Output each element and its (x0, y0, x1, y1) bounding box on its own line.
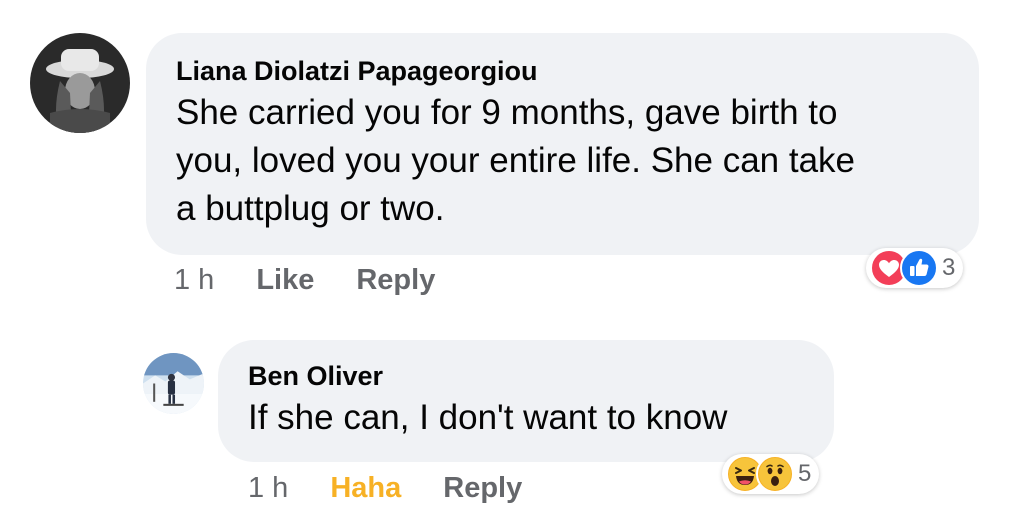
comment-text-line: If she can, I don't want to know (248, 398, 728, 437)
comment-bubble: Liana Diolatzi Papageorgiou She carried … (146, 33, 979, 255)
comment-actions: 1 h Haha Reply (248, 471, 564, 505)
comment-text: She carried you for 9 months, gave birth… (176, 89, 949, 233)
reply-button[interactable]: Reply (443, 471, 522, 505)
comment-text-line: you, loved you your entire life. She can… (176, 141, 856, 180)
comment-author[interactable]: Liana Diolatzi Papageorgiou (176, 55, 949, 87)
reaction-count: 3 (942, 254, 956, 281)
reaction-button-haha[interactable]: Haha (330, 471, 401, 505)
comment-author[interactable]: Ben Oliver (248, 360, 804, 392)
reply-button[interactable]: Reply (356, 263, 435, 297)
comment-timestamp[interactable]: 1 h (248, 471, 288, 505)
comment-actions: 1 h Like Reply (174, 263, 477, 297)
avatar[interactable] (143, 353, 204, 414)
like-button[interactable]: Like (256, 263, 314, 297)
comment-bubble: Ben Oliver If she can, I don't want to k… (218, 340, 834, 462)
comment-text-line: She carried you for 9 months, gave birth… (176, 93, 838, 132)
reaction-summary[interactable]: 3 (866, 248, 964, 288)
avatar[interactable] (30, 33, 130, 133)
avatar-photo-liana (30, 33, 130, 133)
avatar-photo-ben (143, 353, 204, 414)
reaction-summary[interactable]: 5 (722, 454, 820, 494)
comment-timestamp[interactable]: 1 h (174, 263, 214, 297)
reaction-count: 5 (798, 460, 812, 487)
wow-icon (756, 455, 794, 493)
comment-text-line: a buttplug or two. (176, 189, 445, 228)
comment-thread: Liana Diolatzi Papageorgiou She carried … (0, 0, 1024, 520)
like-icon (900, 249, 938, 287)
comment-text: If she can, I don't want to know (248, 394, 804, 442)
